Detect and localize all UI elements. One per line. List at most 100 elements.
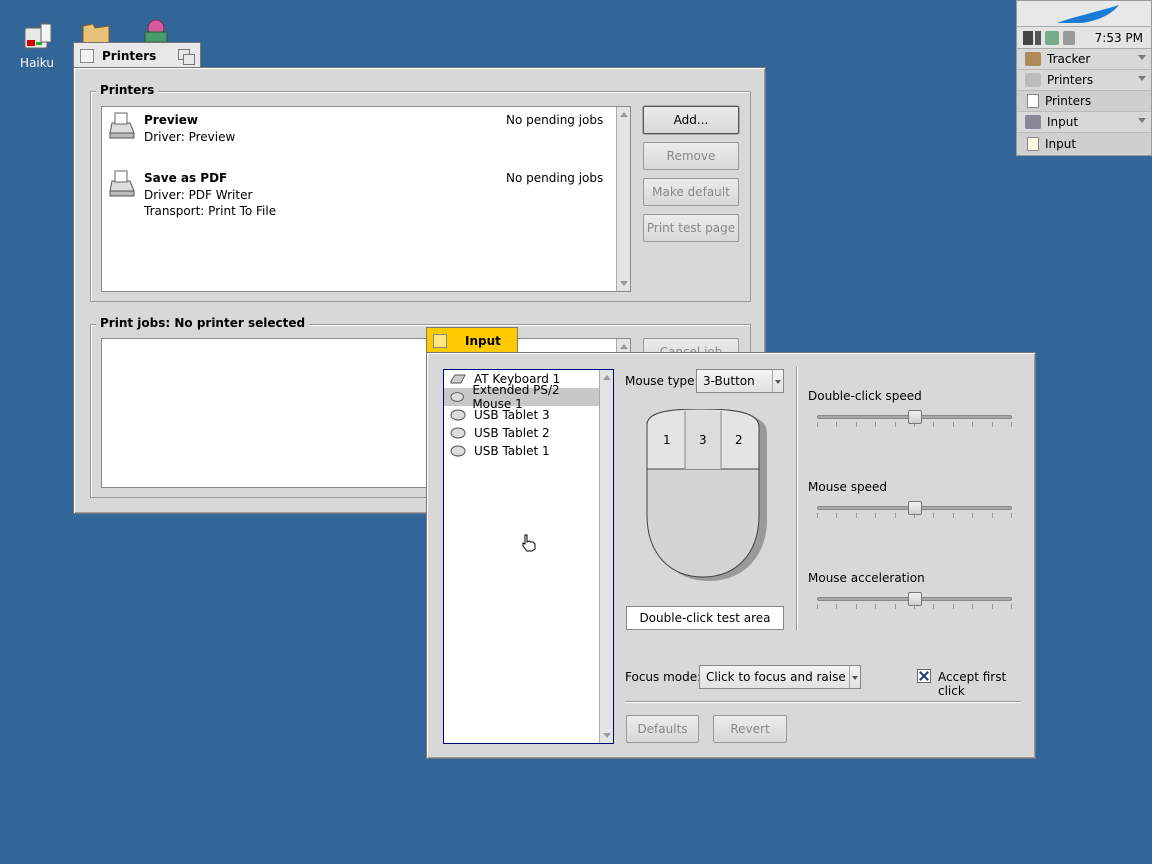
input-window-tab[interactable]: Input — [426, 327, 518, 353]
volume-icon[interactable] — [1063, 30, 1075, 45]
slider-tick — [836, 604, 837, 609]
mouse-icon — [450, 409, 466, 421]
desktop-icon-label: Haiku — [20, 56, 54, 70]
printer-icon — [109, 170, 135, 197]
scroll-down-icon[interactable] — [620, 281, 628, 286]
slider-tick — [914, 513, 915, 518]
divider — [625, 701, 1021, 703]
mouse-button-1[interactable]: 1 — [663, 433, 671, 447]
window-icon — [1027, 94, 1039, 108]
chevron-down-icon[interactable] — [1138, 55, 1146, 60]
deskbar-item-label: Tracker — [1047, 52, 1091, 66]
printer-status: No pending jobs — [506, 171, 604, 185]
accept-first-click-label[interactable]: Accept first click — [938, 670, 1035, 698]
deskbar-item-printers[interactable]: Printers — [1017, 70, 1151, 91]
device-label: USB Tablet 3 — [474, 408, 550, 422]
slider-tick — [1011, 604, 1012, 609]
deskbar-item-input[interactable]: Input — [1017, 112, 1151, 133]
deskbar-tray: 7:53 PM — [1017, 27, 1151, 49]
input-icon — [1025, 115, 1041, 129]
device-item[interactable]: USB Tablet 2 — [444, 424, 599, 442]
slider-tick — [992, 513, 993, 518]
printers-window-tab[interactable]: Printers — [73, 42, 201, 68]
device-item[interactable]: USB Tablet 1 — [444, 442, 599, 460]
deskbar-menu-button[interactable] — [1017, 1, 1151, 27]
haiku-leaf-icon — [1057, 5, 1119, 23]
mouse-button-2[interactable]: 2 — [735, 433, 743, 447]
print-test-page-button[interactable]: Print test page — [643, 214, 739, 242]
revert-button[interactable]: Revert — [713, 715, 787, 743]
close-icon[interactable] — [80, 48, 94, 63]
zoom-icon[interactable] — [178, 48, 195, 65]
deskbar-clock[interactable]: 7:53 PM — [1095, 31, 1143, 45]
slider-tick — [817, 604, 818, 609]
deskbar-window-printers[interactable]: Printers — [1017, 91, 1151, 112]
double-click-test-area[interactable]: Double-click test area — [626, 606, 784, 630]
mouse-button-3[interactable]: 3 — [699, 433, 707, 447]
slider-tick — [992, 604, 993, 609]
scroll-down-icon[interactable] — [603, 733, 611, 738]
printer-icon — [109, 112, 135, 139]
window-icon — [1027, 136, 1039, 151]
chevron-down-icon[interactable] — [1138, 76, 1146, 81]
printer-transport: Transport: Print To File — [144, 204, 277, 218]
device-item[interactable]: Extended PS/2 Mouse 1 — [444, 383, 599, 411]
printer-list[interactable]: Preview Driver: Preview No pending jobs … — [101, 106, 631, 292]
workspaces-icon[interactable] — [1035, 30, 1041, 45]
add-printer-button[interactable]: Add... — [643, 106, 739, 134]
slider-tick — [895, 513, 896, 518]
mouse-speed-ticks — [817, 513, 1012, 518]
scroll-up-icon[interactable] — [620, 112, 628, 117]
focus-mode-dropdown[interactable]: Click to focus and raise — [699, 665, 861, 689]
focus-mode-label: Focus mode: — [625, 670, 702, 684]
remove-printer-button[interactable]: Remove — [643, 142, 739, 170]
input-window: AT Keyboard 1 Extended PS/2 Mouse 1 USB … — [426, 352, 1036, 759]
device-label: USB Tablet 1 — [474, 444, 550, 458]
slider-tick — [933, 513, 934, 518]
double-click-speed-label: Double-click speed — [808, 389, 922, 403]
print-jobs-group-label: Print jobs: No printer selected — [96, 316, 310, 330]
mouse-type-dropdown[interactable]: 3-Button — [696, 369, 784, 393]
slider-tick — [933, 604, 934, 609]
device-label: USB Tablet 2 — [474, 426, 550, 440]
printer-entry[interactable]: Preview Driver: Preview No pending jobs — [102, 107, 612, 165]
scroll-up-icon[interactable] — [620, 344, 628, 349]
deskbar-item-tracker[interactable]: Tracker — [1017, 49, 1151, 70]
slider-tick — [953, 422, 954, 427]
close-icon[interactable] — [433, 333, 447, 348]
printer-name: Preview — [144, 113, 199, 127]
printer-entry[interactable]: Save as PDF Driver: PDF Writer Transport… — [102, 165, 612, 235]
mouse-speed-label: Mouse speed — [808, 480, 888, 494]
mouse-icon — [450, 445, 466, 457]
desktop-icon-haiku[interactable]: Haiku — [14, 20, 60, 70]
window-title: Printers — [102, 48, 157, 63]
printer-status: No pending jobs — [506, 113, 604, 127]
printer-list-scrollbar[interactable] — [616, 107, 630, 291]
device-list-scrollbar[interactable] — [599, 370, 613, 743]
deskbar-window-input[interactable]: Input — [1017, 133, 1151, 154]
scroll-up-icon[interactable] — [603, 375, 611, 380]
focus-mode-value: Click to focus and raise — [706, 670, 846, 684]
slider-tick — [836, 513, 837, 518]
accept-first-click-checkbox[interactable] — [917, 669, 931, 683]
device-list[interactable]: AT Keyboard 1 Extended PS/2 Mouse 1 USB … — [443, 369, 614, 744]
slider-tick — [972, 604, 973, 609]
printers-group-label: Printers — [96, 83, 159, 97]
slider-tick — [856, 422, 857, 427]
slider-tick — [817, 422, 818, 427]
double-click-speed-ticks — [817, 422, 1012, 427]
deskbar-item-label: Input — [1047, 115, 1079, 129]
window-title: Input — [465, 333, 501, 348]
network-status-icon[interactable] — [1045, 30, 1059, 45]
make-default-button[interactable]: Make default — [643, 178, 739, 206]
chevron-down-icon[interactable] — [1138, 118, 1146, 123]
slider-tick — [836, 422, 837, 427]
chevron-down-icon — [849, 666, 860, 688]
keyboard-icon — [450, 374, 466, 384]
haiku-disk-icon — [20, 20, 54, 54]
slider-tick — [895, 422, 896, 427]
mouse-preview[interactable]: 1 3 2 — [641, 409, 771, 585]
mouse-icon — [450, 392, 464, 402]
hand-cursor-icon — [522, 534, 536, 552]
defaults-button[interactable]: Defaults — [626, 715, 699, 743]
